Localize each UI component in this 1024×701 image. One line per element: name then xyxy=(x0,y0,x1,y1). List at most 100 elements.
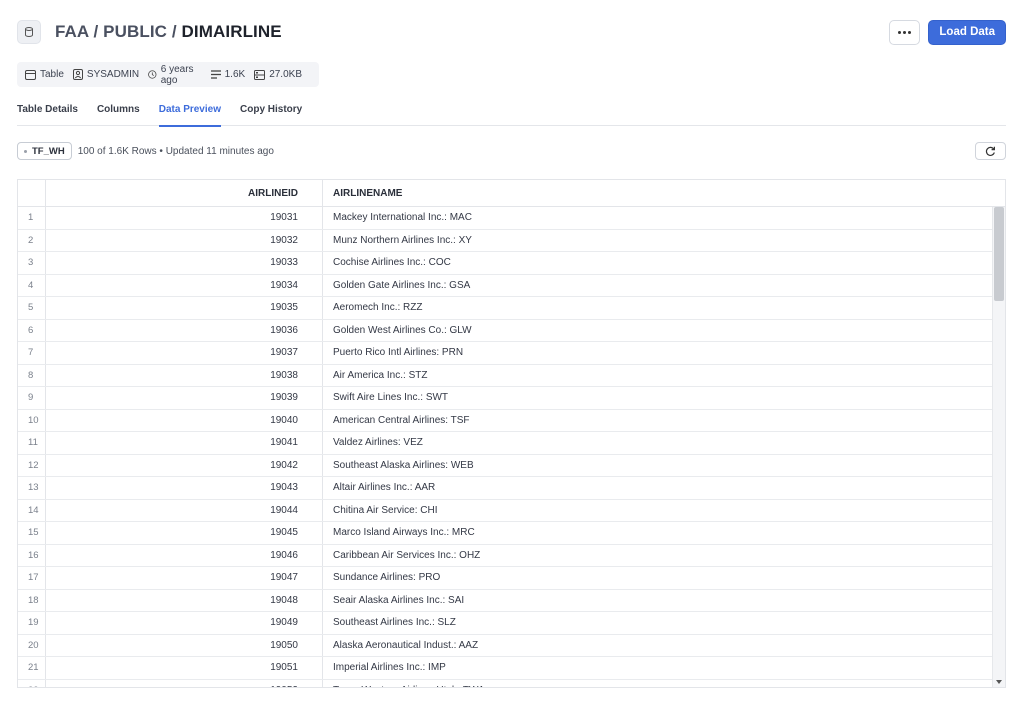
table-row[interactable]: 18 19048 Seair Alaska Airlines Inc.: SAI xyxy=(18,589,992,612)
scrollbar-thumb[interactable] xyxy=(994,207,1004,301)
breadcrumb-schema[interactable]: PUBLIC xyxy=(103,22,167,41)
cell-airlinename[interactable]: Alaska Aeronautical Indust.: AAZ xyxy=(323,635,992,657)
cell-airlineid[interactable]: 19035 xyxy=(46,297,323,319)
table-row[interactable]: 6 19036 Golden West Airlines Co.: GLW xyxy=(18,319,992,342)
row-number: 7 xyxy=(18,342,46,364)
tab-columns[interactable]: Columns xyxy=(97,101,140,126)
table-row[interactable]: 11 19041 Valdez Airlines: VEZ xyxy=(18,432,992,455)
scroll-down-icon[interactable] xyxy=(996,680,1002,684)
cell-airlinename[interactable]: Swift Aire Lines Inc.: SWT xyxy=(323,387,992,409)
ellipsis-icon xyxy=(908,30,912,34)
cell-airlineid[interactable]: 19046 xyxy=(46,544,323,566)
table-row[interactable]: 10 19040 American Central Airlines: TSF xyxy=(18,409,992,432)
refresh-button[interactable] xyxy=(975,142,1006,160)
cell-airlineid[interactable]: 19047 xyxy=(46,567,323,589)
table-row[interactable]: 3 19033 Cochise Airlines Inc.: COC xyxy=(18,252,992,275)
cell-airlinename[interactable]: Imperial Airlines Inc.: IMP xyxy=(323,657,992,679)
cell-airlinename[interactable]: Golden Gate Airlines Inc.: GSA xyxy=(323,275,992,297)
table-row[interactable]: 2219052Trans-Western Airlines Utah: TWA xyxy=(18,679,992,687)
cell-airlineid[interactable]: 19043 xyxy=(46,477,323,499)
cell-airlineid[interactable]: 19045 xyxy=(46,522,323,544)
cell-airlinename[interactable]: Cochise Airlines Inc.: COC xyxy=(323,252,992,274)
cell-airlineid[interactable]: 19041 xyxy=(46,432,323,454)
cell-airlineid[interactable]: 19049 xyxy=(46,612,323,634)
cell-airlinename[interactable]: Seair Alaska Airlines Inc.: SAI xyxy=(323,590,992,612)
cell-airlineid[interactable]: 19051 xyxy=(46,657,323,679)
cell-airlinename[interactable]: Golden West Airlines Co.: GLW xyxy=(323,320,992,342)
cell-airlineid[interactable]: 19033 xyxy=(46,252,323,274)
ellipsis-icon xyxy=(903,30,907,34)
cell-airlineid[interactable]: 19044 xyxy=(46,499,323,521)
cell-airlinename[interactable]: Mackey International Inc.: MAC xyxy=(323,207,992,229)
cell-airlinename[interactable]: Altair Airlines Inc.: AAR xyxy=(323,477,992,499)
breadcrumb-database[interactable]: FAA xyxy=(55,22,89,41)
row-number: 15 xyxy=(18,522,46,544)
cell-airlinename[interactable]: Caribbean Air Services Inc.: OHZ xyxy=(323,545,992,567)
cell-airlineid[interactable]: 19039 xyxy=(46,387,323,409)
table-row[interactable]: 12 19042 Southeast Alaska Airlines: WEB xyxy=(18,454,992,477)
table-row[interactable]: 7 19037 Puerto Rico Intl Airlines: PRN xyxy=(18,342,992,365)
table-row[interactable]: 8 19038 Air America Inc.: STZ xyxy=(18,364,992,387)
cell-airlineid[interactable]: 19031 xyxy=(46,207,323,229)
cell-airlinename[interactable]: Marco Island Airways Inc.: MRC xyxy=(323,522,992,544)
row-number: 9 xyxy=(18,387,46,409)
row-number: 5 xyxy=(18,297,46,319)
table-row[interactable]: 17 19047 Sundance Airlines: PRO xyxy=(18,567,992,590)
row-number: 17 xyxy=(18,567,46,589)
meta-rows-label: 1.6K xyxy=(224,69,246,80)
cell-airlineid[interactable]: 19032 xyxy=(46,229,323,251)
table-row[interactable]: 19 19049 Southeast Airlines Inc.: SLZ xyxy=(18,612,992,635)
more-options-button[interactable] xyxy=(889,19,921,45)
table-row[interactable]: 14 19044 Chitina Air Service: CHI xyxy=(18,499,992,522)
column-header-airlinename[interactable]: AIRLINENAME xyxy=(323,180,1005,206)
row-number: 14 xyxy=(18,499,46,521)
row-number: 16 xyxy=(18,544,46,566)
cell-airlinename[interactable]: Valdez Airlines: VEZ xyxy=(323,432,992,454)
cell-airlineid[interactable]: 19034 xyxy=(46,274,323,296)
tab-table-details[interactable]: Table Details xyxy=(17,101,78,126)
cell-airlinename[interactable]: Southeast Airlines Inc.: SLZ xyxy=(323,612,992,634)
cell-airlineid[interactable]: 19036 xyxy=(46,319,323,341)
table-row[interactable]: 5 19035 Aeromech Inc.: RZZ xyxy=(18,297,992,320)
load-data-button[interactable]: Load Data xyxy=(928,19,1006,45)
row-number: 21 xyxy=(18,657,46,679)
cell-airlineid[interactable]: 19042 xyxy=(46,454,323,476)
refresh-icon xyxy=(985,146,995,156)
cell-airlinename[interactable]: Chitina Air Service: CHI xyxy=(323,500,992,522)
table-row[interactable]: 20 19050 Alaska Aeronautical Indust.: AAZ xyxy=(18,634,992,657)
column-header-airlineid[interactable]: AIRLINEID xyxy=(46,180,323,206)
table-row[interactable]: 1 19031 Mackey International Inc.: MAC xyxy=(18,207,992,230)
table-row[interactable]: 16 19046 Caribbean Air Services Inc.: OHZ xyxy=(18,544,992,567)
row-number: 13 xyxy=(18,477,46,499)
table-row[interactable]: 2 19032 Munz Northern Airlines Inc.: XY xyxy=(18,229,992,252)
warehouse-label: TF_WH xyxy=(32,145,65,157)
tab-data-preview[interactable]: Data Preview xyxy=(158,101,222,127)
ellipsis-icon xyxy=(898,30,902,34)
warehouse-selector[interactable]: TF_WH xyxy=(17,142,72,160)
cell-airlineid[interactable]: 19048 xyxy=(46,589,323,611)
preview-toolbar: TF_WH 100 of 1.6K Rows • Updated 11 minu… xyxy=(17,142,1006,160)
cell-airlineid[interactable]: 19052 xyxy=(46,679,323,687)
cell-airlinename[interactable]: Munz Northern Airlines Inc.: XY xyxy=(323,230,992,252)
cell-airlinename[interactable]: Sundance Airlines: PRO xyxy=(323,567,992,589)
meta-type: Table xyxy=(25,69,64,80)
cell-airlinename[interactable]: Puerto Rico Intl Airlines: PRN xyxy=(323,342,992,364)
cell-airlinename[interactable]: Air America Inc.: STZ xyxy=(323,365,992,387)
table-row[interactable]: 4 19034 Golden Gate Airlines Inc.: GSA xyxy=(18,274,992,297)
cell-airlineid[interactable]: 19040 xyxy=(46,409,323,431)
cell-airlinename[interactable]: American Central Airlines: TSF xyxy=(323,410,992,432)
cell-airlineid[interactable]: 19038 xyxy=(46,364,323,386)
table-row[interactable]: 15 19045 Marco Island Airways Inc.: MRC xyxy=(18,522,992,545)
vertical-scrollbar[interactable] xyxy=(992,207,1005,687)
cell-airlinename[interactable]: Southeast Alaska Airlines: WEB xyxy=(323,455,992,477)
table-row[interactable]: 21 19051 Imperial Airlines Inc.: IMP xyxy=(18,657,992,680)
tab-copy-history[interactable]: Copy History xyxy=(240,101,302,126)
cell-airlineid[interactable]: 19037 xyxy=(46,342,323,364)
cell-airlinename[interactable]: Aeromech Inc.: RZZ xyxy=(323,297,992,319)
meta-rows: 1.6K xyxy=(210,69,246,80)
meta-owner: SYSADMIN xyxy=(72,69,139,80)
table-row[interactable]: 13 19043 Altair Airlines Inc.: AAR xyxy=(18,477,992,500)
cell-airlineid[interactable]: 19050 xyxy=(46,634,323,656)
table-row[interactable]: 9 19039 Swift Aire Lines Inc.: SWT xyxy=(18,387,992,410)
cell-airlinename[interactable]: Trans-Western Airlines Utah: TWA xyxy=(323,680,992,687)
